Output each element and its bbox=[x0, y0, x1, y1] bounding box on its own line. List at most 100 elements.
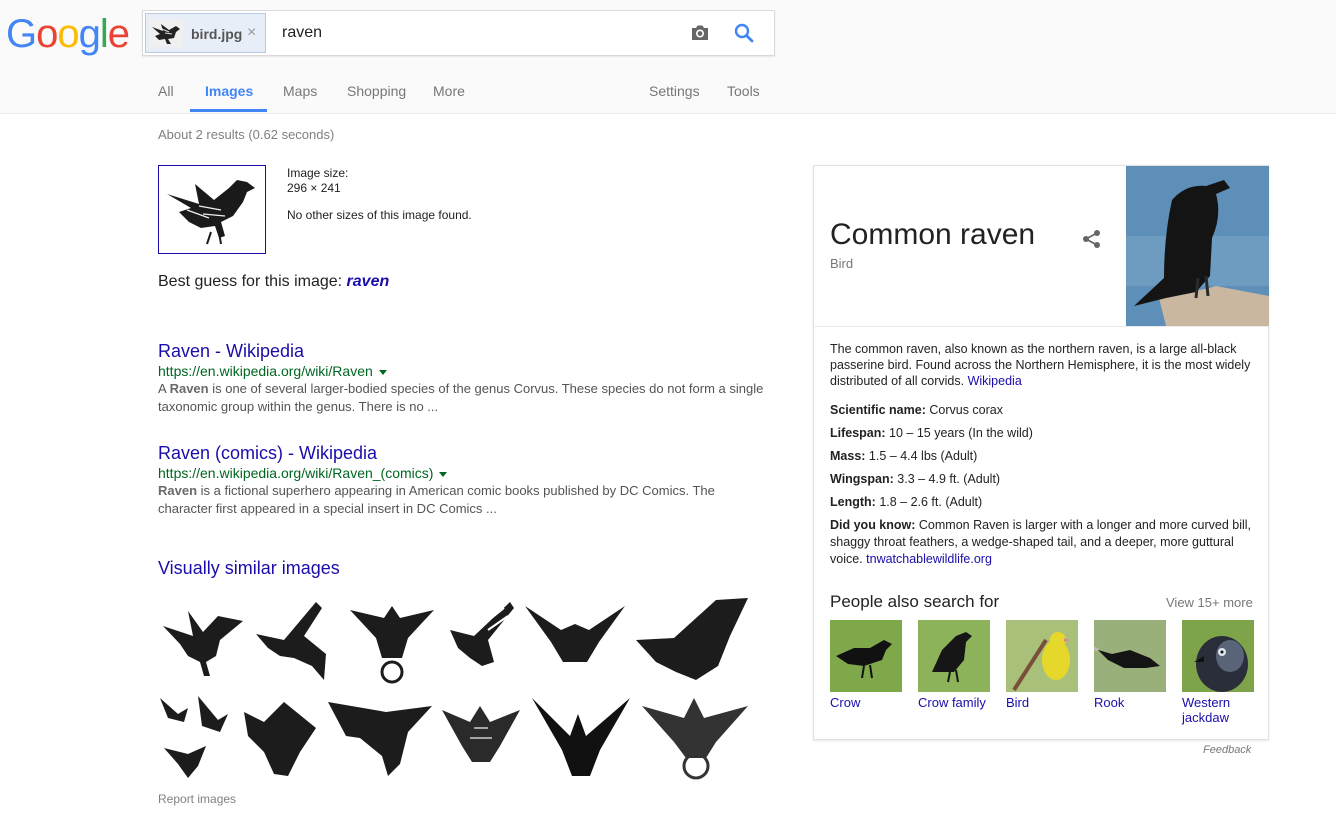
related-entity-label: Crow bbox=[830, 695, 861, 710]
kp-description-text: The common raven, also known as the nort… bbox=[830, 342, 1251, 388]
fact-value: 1.5 – 4.4 lbs (Adult) bbox=[868, 449, 978, 463]
crow-family-thumbnail bbox=[918, 620, 990, 692]
logo-letter: o bbox=[57, 12, 79, 56]
kp-fact: Mass: 1.5 – 4.4 lbs (Adult) bbox=[830, 448, 1255, 465]
image-size-value: 296 × 241 bbox=[287, 181, 341, 195]
similar-image[interactable] bbox=[440, 692, 522, 780]
tab-tools[interactable]: Tools bbox=[727, 83, 760, 99]
fact-label[interactable]: Mass: bbox=[830, 449, 865, 463]
fact-value: 3.3 – 4.9 ft. (Adult) bbox=[897, 472, 1001, 486]
related-entity[interactable]: Rook bbox=[1094, 620, 1166, 710]
search-box[interactable]: bird.jpg × bbox=[142, 10, 775, 56]
similar-image[interactable] bbox=[158, 596, 248, 685]
fact-label: Did you know: bbox=[830, 518, 916, 532]
crow-thumbnail bbox=[830, 620, 902, 692]
similar-image[interactable] bbox=[640, 692, 750, 780]
logo-letter: l bbox=[99, 12, 109, 56]
best-guess-label: Best guess for this image: bbox=[158, 273, 343, 290]
result-url: https://en.wikipedia.org/wiki/Raven_(com… bbox=[158, 464, 778, 482]
logo-letter: G bbox=[6, 12, 37, 56]
fact-label[interactable]: Scientific name: bbox=[830, 403, 926, 417]
report-images-link[interactable]: Report images bbox=[158, 792, 236, 806]
similar-image[interactable] bbox=[158, 692, 234, 780]
result-url-text: https://en.wikipedia.org/wiki/Raven bbox=[158, 363, 373, 379]
image-filename: bird.jpg bbox=[191, 26, 243, 42]
bird-thumbnail bbox=[1006, 620, 1078, 692]
raven-photo[interactable] bbox=[1126, 166, 1269, 326]
search-result: Raven - Wikipedia https://en.wikipedia.o… bbox=[158, 340, 778, 416]
kp-fact: Length: 1.8 – 2.6 ft. (Adult) bbox=[830, 494, 1255, 511]
tab-images[interactable]: Images bbox=[205, 83, 253, 99]
similar-image[interactable] bbox=[521, 596, 628, 685]
related-entity[interactable]: Western jackdaw bbox=[1182, 620, 1254, 725]
tab-maps[interactable]: Maps bbox=[283, 83, 317, 99]
kp-fact: Scientific name: Corvus corax bbox=[830, 402, 1255, 419]
related-entity[interactable]: Crow family bbox=[918, 620, 990, 710]
similar-image[interactable] bbox=[326, 692, 434, 780]
knowledge-panel: Common raven Bird The common raven, also… bbox=[813, 165, 1269, 740]
query-image[interactable] bbox=[158, 165, 266, 254]
snippet-bold: Raven bbox=[158, 483, 198, 498]
query-image-thumbnail bbox=[149, 19, 183, 47]
logo-letter: o bbox=[36, 12, 58, 56]
similar-image[interactable] bbox=[240, 692, 318, 780]
camera-icon[interactable] bbox=[689, 22, 711, 44]
rook-thumbnail bbox=[1094, 620, 1166, 692]
fact-label[interactable]: Length: bbox=[830, 495, 876, 509]
feedback-link[interactable]: Feedback bbox=[1203, 744, 1251, 756]
image-query-chip[interactable]: bird.jpg × bbox=[145, 13, 266, 53]
result-snippet: Raven is a fictional superhero appearing… bbox=[158, 482, 768, 518]
result-title-link[interactable]: Raven (comics) - Wikipedia bbox=[158, 442, 778, 464]
remove-image-icon[interactable]: × bbox=[247, 24, 256, 42]
divider bbox=[814, 326, 1268, 327]
best-guess: Best guess for this image: raven bbox=[158, 273, 389, 291]
kp-fact: Wingspan: 3.3 – 4.9 ft. (Adult) bbox=[830, 471, 1255, 488]
kp-subtitle: Bird bbox=[830, 256, 854, 271]
kp-wikipedia-link[interactable]: Wikipedia bbox=[968, 374, 1022, 388]
url-dropdown-icon[interactable] bbox=[439, 471, 448, 477]
visually-similar-title[interactable]: Visually similar images bbox=[158, 558, 340, 579]
logo-letter: g bbox=[78, 12, 101, 56]
tab-settings[interactable]: Settings bbox=[649, 83, 700, 99]
fact-value: 1.8 – 2.6 ft. (Adult) bbox=[879, 495, 983, 509]
tab-all[interactable]: All bbox=[158, 83, 174, 99]
fact-source-link[interactable]: tnwatchablewildlife.org bbox=[866, 552, 992, 566]
fact-label[interactable]: Wingspan: bbox=[830, 472, 894, 486]
tab-more[interactable]: More bbox=[433, 83, 465, 99]
kp-fact: Lifespan: 10 – 15 years (In the wild) bbox=[830, 425, 1255, 442]
best-guess-link[interactable]: raven bbox=[347, 273, 390, 290]
image-info: Image size: 296 × 241 No other sizes of … bbox=[287, 166, 472, 223]
related-entity[interactable]: Bird bbox=[1006, 620, 1078, 710]
kp-description: The common raven, also known as the nort… bbox=[830, 341, 1255, 389]
related-entity-label: Crow family bbox=[918, 695, 986, 710]
result-title-link[interactable]: Raven - Wikipedia bbox=[158, 340, 778, 362]
fact-value: Corvus corax bbox=[929, 403, 1003, 417]
url-dropdown-icon[interactable] bbox=[378, 369, 387, 375]
result-stats: About 2 results (0.62 seconds) bbox=[158, 127, 335, 142]
result-url-text: https://en.wikipedia.org/wiki/Raven_(com… bbox=[158, 465, 434, 481]
similar-image[interactable] bbox=[254, 596, 340, 685]
snippet-text: A bbox=[158, 381, 170, 396]
people-also-search-title: People also search for bbox=[830, 592, 1000, 611]
snippet-bold: Raven bbox=[169, 381, 209, 396]
similar-image[interactable] bbox=[528, 692, 634, 780]
similar-image[interactable] bbox=[634, 596, 750, 685]
google-logo[interactable]: Google bbox=[6, 12, 130, 56]
similar-image[interactable] bbox=[444, 596, 516, 685]
tab-shopping[interactable]: Shopping bbox=[347, 83, 406, 99]
related-entity-label: Western jackdaw bbox=[1182, 695, 1231, 725]
view-more-link[interactable]: View 15+ more bbox=[1166, 595, 1253, 610]
snippet-text: is a fictional superhero appearing in Am… bbox=[158, 483, 715, 516]
kp-did-you-know: Did you know: Common Raven is larger wit… bbox=[830, 517, 1255, 568]
share-icon[interactable] bbox=[1081, 228, 1103, 250]
other-sizes-note: No other sizes of this image found. bbox=[287, 208, 472, 222]
search-input[interactable] bbox=[282, 24, 672, 42]
image-size-label: Image size: bbox=[287, 166, 349, 180]
result-snippet: A Raven is one of several larger-bodied … bbox=[158, 380, 768, 416]
similar-image[interactable] bbox=[348, 596, 436, 685]
related-entity-label: Bird bbox=[1006, 695, 1030, 710]
fact-label[interactable]: Lifespan: bbox=[830, 426, 886, 440]
related-entity[interactable]: Crow bbox=[830, 620, 902, 710]
logo-letter: e bbox=[107, 12, 130, 56]
search-icon[interactable] bbox=[733, 22, 755, 44]
